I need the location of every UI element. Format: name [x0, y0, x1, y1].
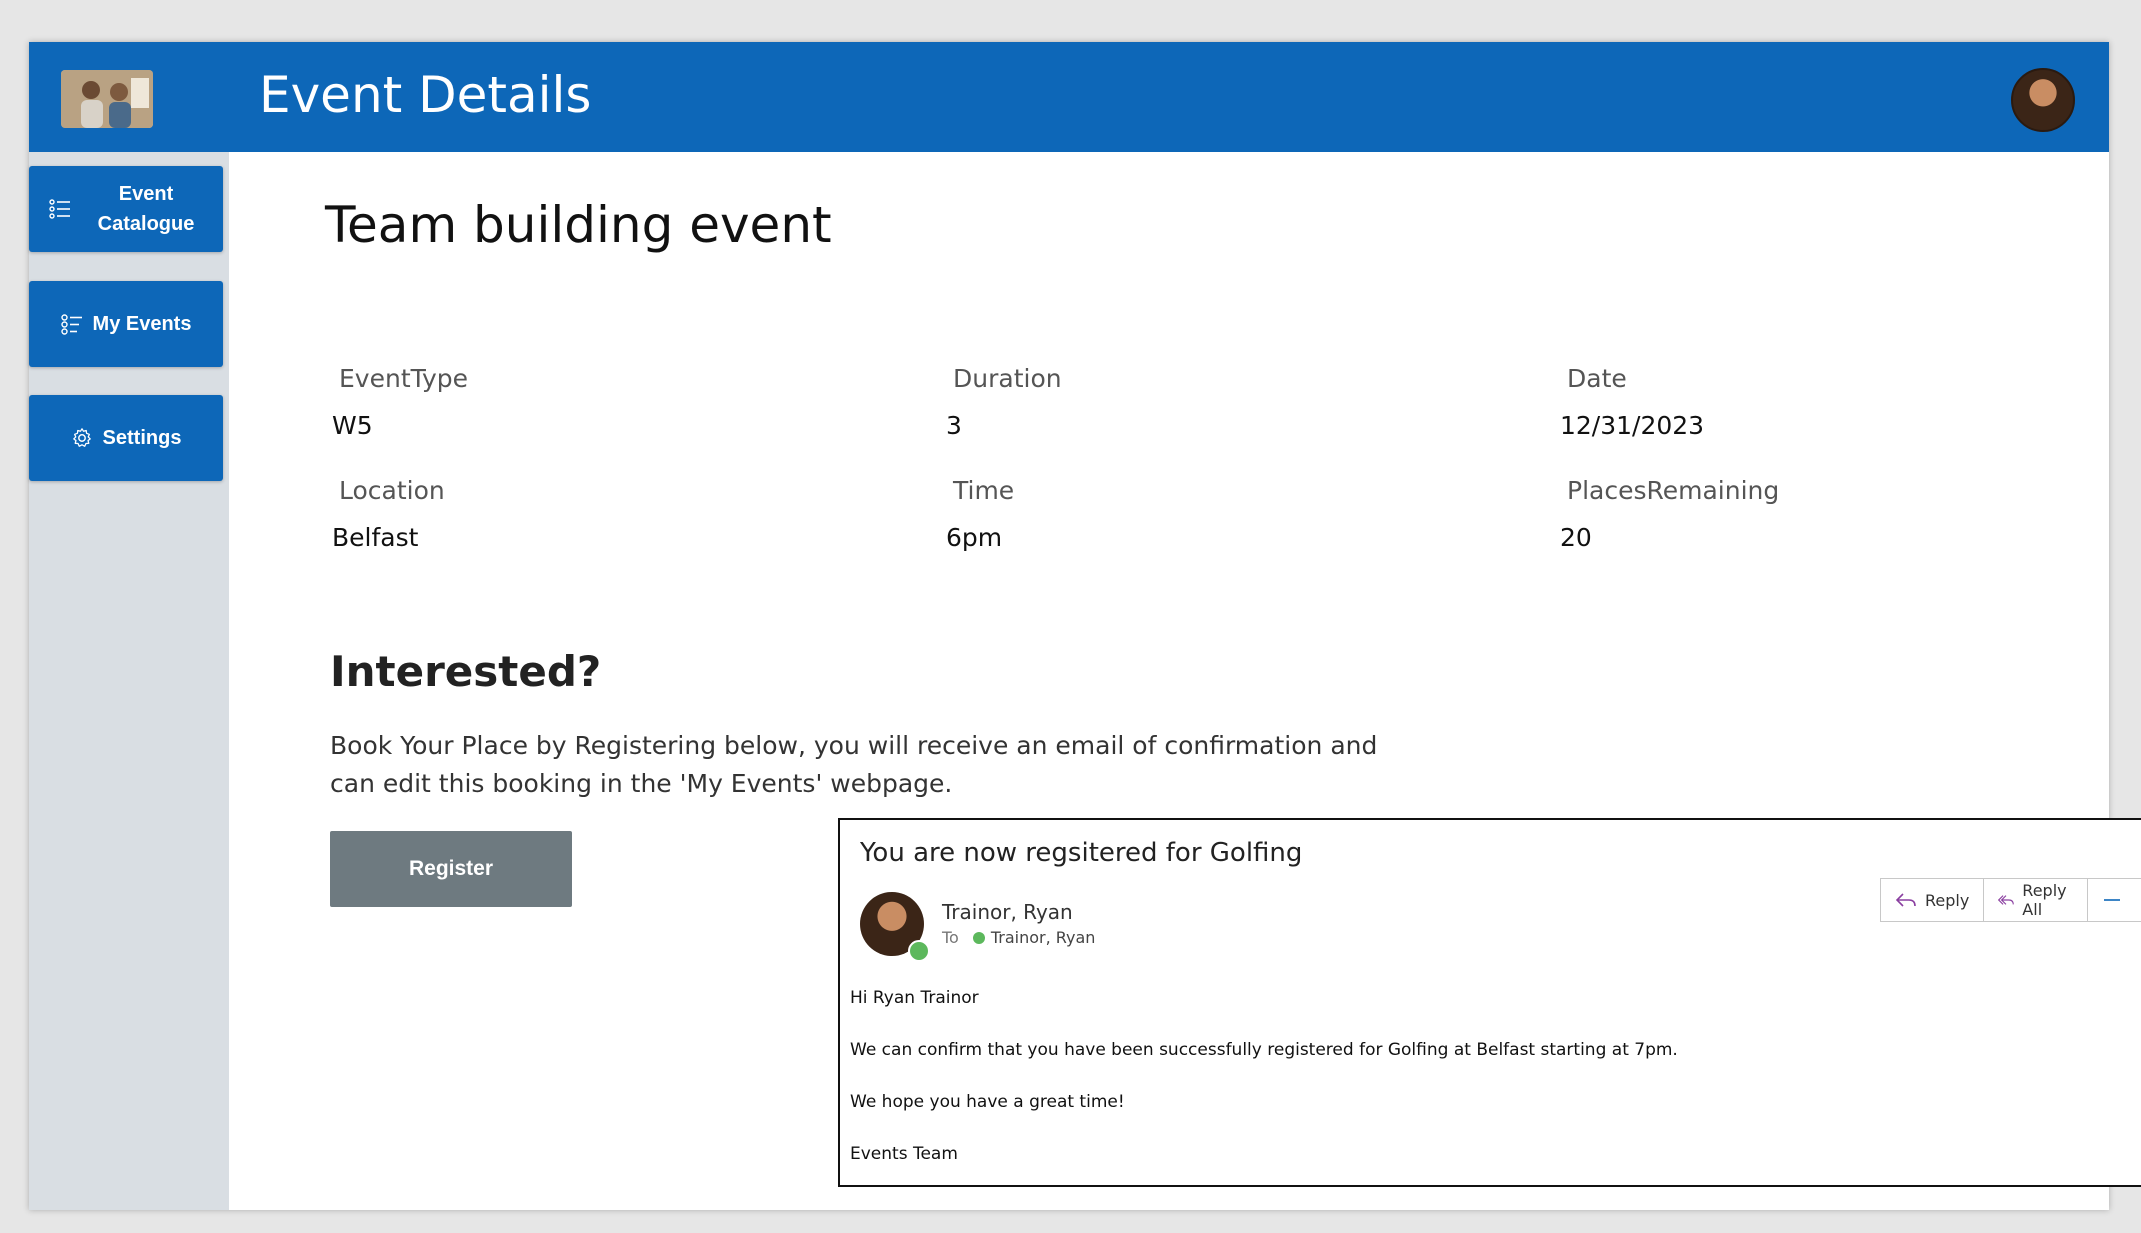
field-label-duration: Duration [953, 364, 1062, 393]
email-actions: Reply Reply All [1880, 878, 2141, 922]
email-greeting: Hi Ryan Trainor [850, 988, 979, 1008]
field-value-event-type: W5 [332, 411, 373, 440]
sidebar-item-label: Settings [102, 427, 182, 449]
sidebar-item-label: My Events [92, 313, 192, 335]
forward-icon [2103, 899, 2120, 901]
to-label: To [942, 928, 959, 947]
email-body: Hi Ryan Trainor We can confirm that you … [850, 988, 1678, 1185]
reply-icon [1895, 893, 1916, 907]
field-label-places-remaining: PlacesRemaining [1567, 476, 1780, 505]
reply-button[interactable]: Reply [1881, 879, 1985, 921]
field-label-time: Time [953, 476, 1015, 505]
event-title: Team building event [325, 196, 832, 254]
email-recipients: To Trainor, Ryan [942, 928, 1095, 947]
field-label-event-type: EventType [339, 364, 469, 393]
user-avatar[interactable] [2011, 68, 2075, 132]
sidebar-item-my-events[interactable]: My Events [29, 281, 223, 367]
reply-all-button[interactable]: Reply All [1984, 879, 2088, 921]
field-label-date: Date [1567, 364, 1627, 393]
email-recipient[interactable]: Trainor, Ryan [991, 928, 1096, 947]
email-sender[interactable]: Trainor, Ryan [942, 900, 1073, 924]
email-subject: You are now regsitered for Golfing [860, 838, 1303, 868]
sidebar-item-label: Event Catalogue [97, 183, 195, 235]
reply-all-icon [1998, 895, 2015, 905]
list-icon [49, 199, 70, 219]
team-photo-logo [61, 70, 153, 128]
reply-all-label: Reply All [2022, 881, 2067, 919]
booking-description: Book Your Place by Registering below, yo… [330, 731, 1378, 798]
interested-heading: Interested? [330, 647, 602, 696]
page-title: Event Details [259, 66, 592, 124]
email-preview: You are now regsitered for Golfing Train… [838, 818, 2141, 1187]
email-paragraph: We hope you have a great time! [850, 1092, 1125, 1112]
email-paragraph: We can confirm that you have been succes… [850, 1040, 1678, 1060]
forward-button[interactable] [2087, 879, 2141, 921]
sidebar-item-settings[interactable]: Settings [29, 395, 223, 481]
field-value-duration: 3 [946, 411, 962, 440]
reply-label: Reply [1925, 890, 1970, 910]
sidebar-item-event-catalogue[interactable]: Event Catalogue [29, 166, 223, 252]
gear-icon [72, 428, 91, 447]
field-label-location: Location [339, 476, 445, 505]
presence-icon [972, 931, 985, 944]
register-button[interactable]: Register [330, 831, 572, 907]
field-value-date: 12/31/2023 [1560, 411, 1705, 440]
email-signature: Events Team [850, 1144, 958, 1164]
field-value-places-remaining: 20 [1560, 523, 1592, 552]
field-value-time: 6pm [946, 523, 1003, 552]
field-value-location: Belfast [332, 523, 419, 552]
presence-available-icon [908, 940, 930, 962]
checklist-icon [60, 314, 82, 335]
app-header: Event Details [29, 42, 2109, 152]
